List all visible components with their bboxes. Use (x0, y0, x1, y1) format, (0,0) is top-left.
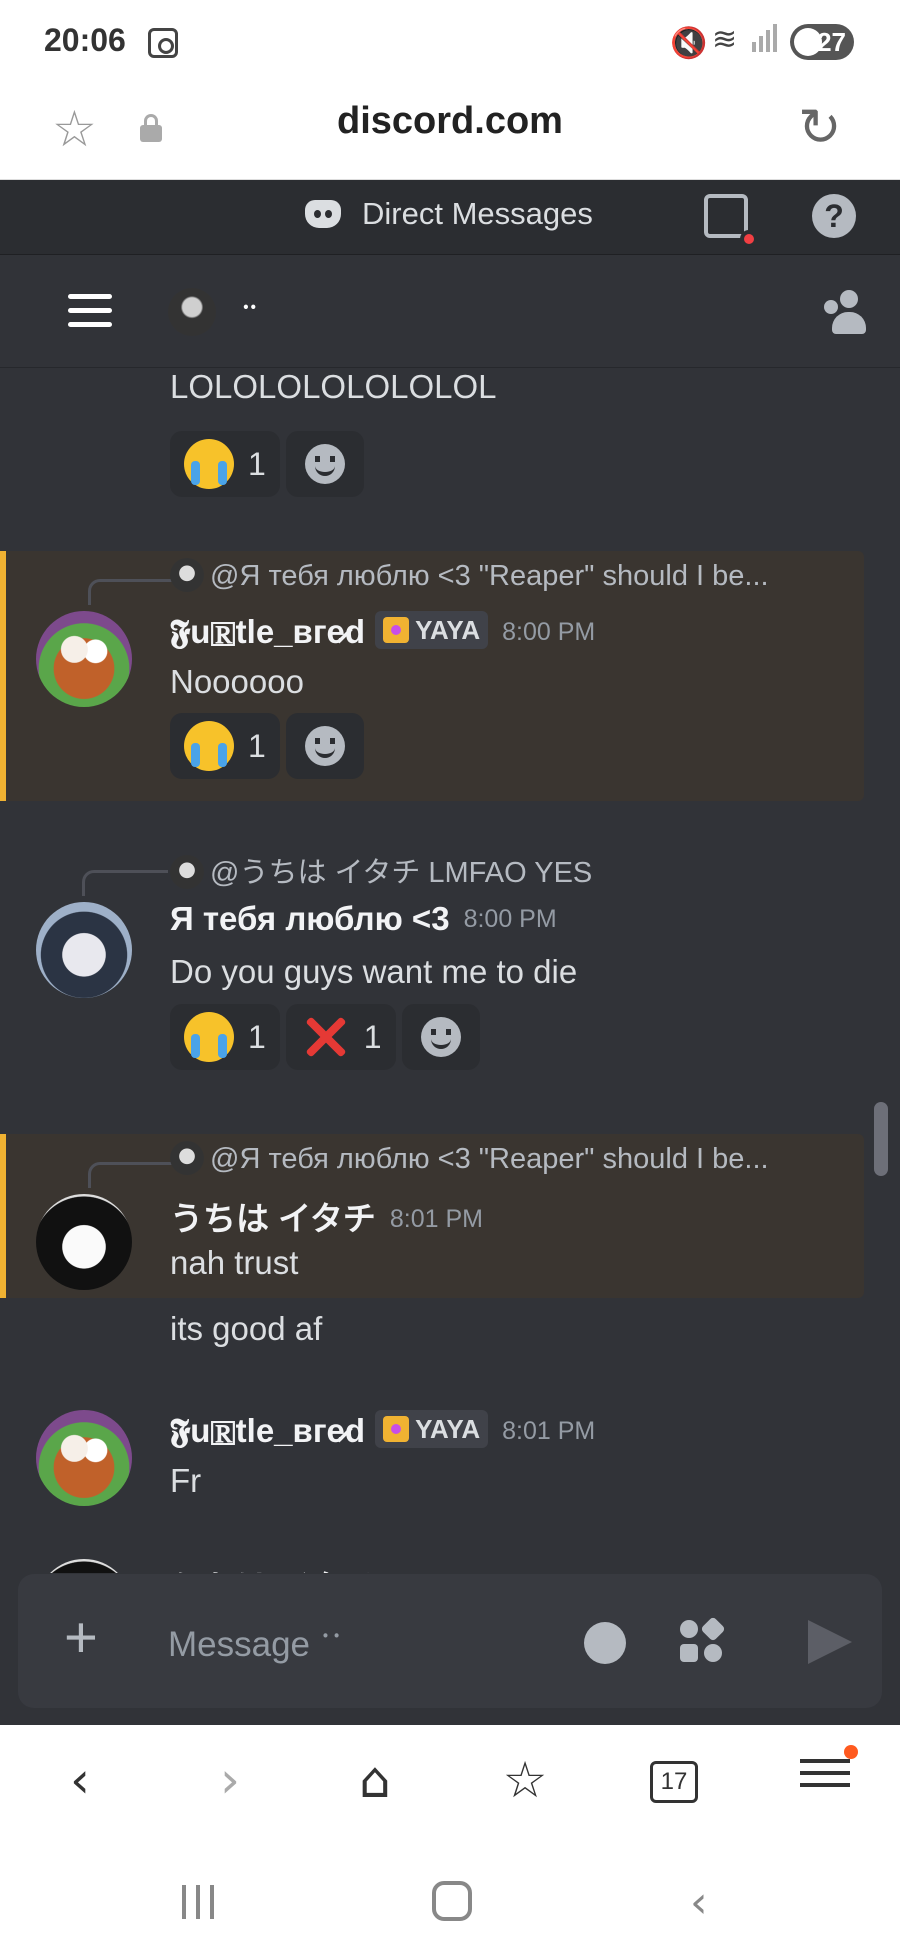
crown-icon (383, 617, 410, 643)
add-reaction-button[interactable] (285, 713, 364, 779)
message: 𝕱u🅁tle_вгe̷d YAYA 8:01 PM Fr (0, 1404, 900, 1524)
system-home-icon[interactable] (432, 1881, 472, 1921)
reaction-bar: 1 (170, 431, 364, 497)
message: うちは イタチ (0, 1553, 900, 1573)
browser-address-bar: ☆ discord.com ↻ (0, 84, 900, 180)
message: LOLOLOLOLOLOLOL 1 (0, 368, 900, 508)
message-text: Do you guys want me to die (170, 953, 578, 990)
message-input[interactable]: Message ॱॱ (168, 1620, 342, 1667)
avatar[interactable] (36, 1194, 132, 1290)
message-author[interactable]: 𝕱u🅁tle_вгe̷d YAYA 8:00 PM (170, 611, 595, 652)
channel-header: ॱॱ (0, 256, 900, 368)
message-text: Noooooo (170, 663, 304, 700)
reaction-bar: 1 (170, 713, 364, 779)
status-bar: 20:06 🔇 ≋ 27 (0, 0, 900, 84)
wifi-icon: ≋ (712, 22, 738, 57)
message-author[interactable]: Я тебя люблю <3 8:00 PM (170, 900, 557, 938)
avatar[interactable] (36, 1410, 132, 1506)
message-list[interactable]: LOLOLOLOLOLOLOL 1 @Я тебя люблю <3 "Reap… (0, 368, 900, 1573)
browser-forward-icon[interactable]: › (200, 1751, 260, 1811)
reply-avatar (170, 855, 204, 889)
timestamp: 8:00 PM (463, 905, 557, 933)
screenshot-icon (148, 28, 178, 58)
message-composer: + Message ॱॱ (18, 1574, 882, 1708)
timestamp: 8:00 PM (502, 618, 596, 646)
browser-toolbar: ‹ › ⌂ ☆ 17 (0, 1725, 900, 1849)
reaction-chip[interactable]: 1 (285, 1004, 396, 1070)
reaction-chip[interactable]: 1 (170, 713, 280, 779)
reply-preview[interactable]: @うちは イタチ LMFAO YES (170, 849, 592, 891)
battery-indicator: 27 (790, 24, 854, 60)
browser-home-icon[interactable]: ⌂ (345, 1751, 405, 1811)
role-tag[interactable]: YAYA (375, 1410, 489, 1448)
mute-icon: 🔇 (670, 26, 708, 61)
reaction-bar: 11 (170, 1004, 480, 1070)
smiley-icon (420, 1017, 461, 1057)
scrollbar-thumb[interactable] (874, 1102, 888, 1176)
loudly-crying-icon (184, 721, 234, 771)
message: @Я тебя люблю <3 "Reaper" should I be...… (0, 1134, 864, 1298)
avatar[interactable] (36, 902, 132, 998)
send-icon[interactable] (808, 1620, 852, 1664)
reload-icon[interactable]: ↻ (798, 98, 842, 158)
message-text: Fr (170, 1462, 202, 1499)
message-text: nah trust (170, 1244, 299, 1281)
emoji-picker-icon[interactable] (584, 1622, 626, 1664)
smiley-icon (304, 444, 345, 484)
avatar[interactable] (36, 1559, 132, 1573)
reply-preview[interactable]: @Я тебя люблю <3 "Reaper" should I be... (170, 1141, 769, 1176)
browser-back-icon[interactable]: ‹ (50, 1751, 110, 1811)
loudly-crying-icon (184, 439, 234, 489)
notification-dot (844, 1745, 858, 1759)
header-title: Direct Messages (362, 196, 593, 231)
add-reaction-button[interactable] (285, 431, 364, 497)
group-avatar[interactable] (168, 288, 216, 336)
reaction-chip[interactable]: 1 (170, 431, 280, 497)
status-time: 20:06 (44, 22, 126, 58)
add-reaction-button[interactable] (401, 1004, 480, 1070)
reply-avatar (170, 558, 204, 592)
discord-logo-icon (305, 200, 341, 228)
tab-count-button[interactable]: 17 (650, 1761, 698, 1803)
notification-dot (740, 230, 758, 248)
message: @うちは イタチ LMFAO YES Я тебя люблю <3 8:00 P… (0, 840, 900, 1100)
members-icon[interactable] (822, 290, 866, 334)
message-text: LOLOLOLOLOLOLOL (170, 368, 497, 405)
hamburger-menu-icon[interactable] (68, 294, 112, 336)
signal-icon (752, 24, 780, 52)
timestamp: 8:01 PM (502, 1417, 596, 1445)
avatar[interactable] (36, 611, 132, 707)
browser-menu-icon[interactable] (800, 1745, 858, 1811)
reply-preview[interactable]: @Я тебя люблю <3 "Reaper" should I be... (170, 558, 769, 593)
reply-avatar (170, 1141, 204, 1175)
system-navigation-bar: ‹ (0, 1849, 900, 1950)
timestamp: 8:01 PM (389, 1205, 483, 1233)
crown-icon (383, 1416, 410, 1442)
channel-name[interactable]: ॱॱ (240, 290, 259, 339)
url-text[interactable]: discord.com (0, 100, 900, 143)
recents-icon[interactable] (182, 1885, 218, 1919)
bookmarks-icon[interactable]: ☆ (495, 1751, 555, 1811)
message: @Я тебя люблю <3 "Reaper" should I be...… (0, 551, 864, 801)
inbox-icon[interactable] (704, 194, 758, 248)
discord-header: Direct Messages ? (0, 180, 900, 255)
system-back-icon[interactable]: ‹ (690, 1877, 708, 1928)
apps-icon[interactable] (680, 1616, 726, 1664)
attach-plus-icon[interactable]: + (64, 1608, 98, 1668)
role-tag[interactable]: YAYA (375, 611, 489, 649)
message-text: its good af (170, 1310, 323, 1347)
message-author[interactable]: うちは イタチ 8:01 PM (170, 1192, 483, 1240)
help-icon[interactable]: ? (812, 194, 856, 238)
smiley-icon (304, 726, 345, 766)
reaction-chip[interactable]: 1 (170, 1004, 280, 1070)
message-author[interactable]: うちは イタチ (170, 1561, 376, 1573)
cross-mark-icon (300, 1012, 350, 1062)
message-author[interactable]: 𝕱u🅁tle_вгe̷d YAYA 8:01 PM (170, 1410, 595, 1451)
loudly-crying-icon (184, 1012, 234, 1062)
